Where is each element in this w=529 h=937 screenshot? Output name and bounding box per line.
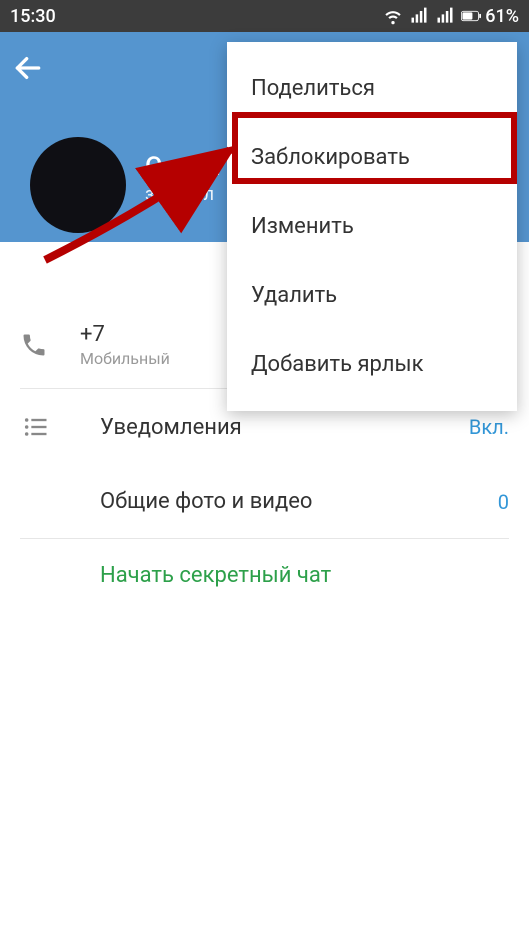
list-icon bbox=[0, 413, 100, 441]
media-label: Общие фото и видео bbox=[100, 489, 498, 514]
media-count: 0 bbox=[498, 490, 509, 514]
menu-block[interactable]: Заблокировать bbox=[227, 123, 517, 192]
media-row[interactable]: Общие фото и видео 0 bbox=[0, 465, 529, 538]
battery-icon bbox=[461, 6, 481, 26]
avatar[interactable] bbox=[30, 137, 126, 233]
status-indicators: 61% bbox=[383, 6, 519, 27]
menu-add-shortcut[interactable]: Добавить ярлык bbox=[227, 330, 517, 399]
menu-edit[interactable]: Изменить bbox=[227, 192, 517, 261]
back-icon[interactable] bbox=[12, 52, 44, 84]
notifications-value: Вкл. bbox=[469, 415, 509, 439]
signal-icon-2 bbox=[435, 6, 455, 26]
battery-percent: 61% bbox=[485, 6, 519, 27]
signal-icon bbox=[409, 6, 429, 26]
phone-icon bbox=[20, 331, 80, 359]
menu-share[interactable]: Поделиться bbox=[227, 54, 517, 123]
context-menu: Поделиться Заблокировать Изменить Удалит… bbox=[227, 42, 517, 411]
status-bar: 15:30 61% bbox=[0, 0, 529, 32]
last-seen: заходил bbox=[145, 184, 221, 205]
battery-indicator: 61% bbox=[461, 6, 519, 27]
menu-delete[interactable]: Удалить bbox=[227, 261, 517, 330]
status-time: 15:30 bbox=[10, 6, 56, 27]
notifications-label: Уведомления bbox=[100, 415, 469, 440]
start-secret-chat[interactable]: Начать секретный чат bbox=[0, 539, 529, 612]
wifi-icon bbox=[383, 6, 403, 26]
profile-title-block: Скрип заходил bbox=[145, 152, 221, 205]
user-name: Скрип bbox=[145, 152, 221, 182]
